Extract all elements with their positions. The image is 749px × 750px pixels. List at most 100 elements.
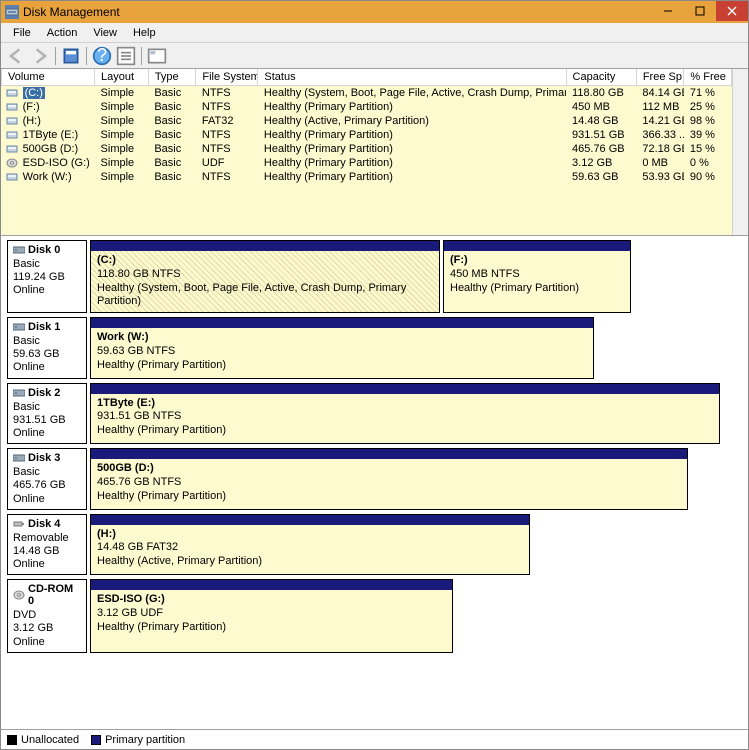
disk-title: Disk 0 [28, 244, 60, 256]
partition[interactable]: 1TByte (E:)931.51 GB NTFSHealthy (Primar… [90, 383, 720, 445]
partition-body: 500GB (D:)465.76 GB NTFSHealthy (Primary… [91, 459, 687, 509]
partitions-container: ESD-ISO (G:)3.12 GB UDFHealthy (Primary … [90, 579, 742, 653]
disk-size: 119.24 GB [13, 271, 81, 284]
volume-fs: NTFS [196, 170, 258, 184]
col-layout[interactable]: Layout [95, 69, 149, 86]
forward-button[interactable] [29, 45, 51, 67]
partition-status: Healthy (Primary Partition) [97, 621, 446, 635]
disk-info[interactable]: Disk 3Basic465.76 GBOnline [7, 448, 87, 510]
disk-info[interactable]: Disk 0Basic119.24 GBOnline [7, 240, 87, 313]
disk-icon [13, 388, 25, 398]
partition[interactable]: Work (W:)59.63 GB NTFSHealthy (Primary P… [90, 317, 594, 379]
disk-size: 465.76 GB [13, 479, 81, 492]
menu-file[interactable]: File [5, 25, 39, 41]
partition-status: Healthy (Active, Primary Partition) [97, 555, 523, 569]
disk-icon [13, 245, 25, 255]
partition-status: Healthy (Primary Partition) [450, 282, 624, 296]
volume-list-scrollbar[interactable] [732, 69, 748, 235]
volume-fs: NTFS [196, 142, 258, 156]
disk-state: Online [13, 427, 81, 440]
volume-table: Volume Layout Type File System Status Ca… [1, 69, 732, 184]
col-volume[interactable]: Volume [2, 69, 95, 86]
col-free[interactable]: Free Sp... [636, 69, 684, 86]
legend-unallocated: Unallocated [7, 734, 79, 746]
disk-info[interactable]: Disk 4Removable14.48 GBOnline [7, 514, 87, 576]
volume-type: Basic [148, 128, 196, 142]
window-title: Disk Management [23, 5, 120, 19]
legend-primary: Primary partition [91, 734, 185, 746]
volume-layout: Simple [95, 156, 149, 170]
partition-size: 450 MB NTFS [450, 268, 624, 282]
volume-list[interactable]: Volume Layout Type File System Status Ca… [1, 69, 748, 235]
col-type[interactable]: Type [148, 69, 196, 86]
partition[interactable]: 500GB (D:)465.76 GB NTFSHealthy (Primary… [90, 448, 688, 510]
partition[interactable]: (H:)14.48 GB FAT32Healthy (Active, Prima… [90, 514, 530, 576]
back-button[interactable] [5, 45, 27, 67]
col-capacity[interactable]: Capacity [566, 69, 636, 86]
volume-layout: Simple [95, 128, 149, 142]
drive-icon [6, 88, 18, 98]
partition-header [91, 384, 719, 394]
disk-type: Basic [13, 258, 81, 271]
volume-capacity: 465.76 GB [566, 142, 636, 156]
volume-row[interactable]: 1TByte (E:)SimpleBasicNTFSHealthy (Prima… [2, 128, 732, 142]
col-pct[interactable]: % Free [684, 69, 732, 86]
disk-size: 59.63 GB [13, 348, 81, 361]
volume-row[interactable]: (F:)SimpleBasicNTFSHealthy (Primary Part… [2, 100, 732, 114]
drive-icon [6, 172, 18, 182]
volume-free: 84.14 GB [636, 86, 684, 101]
partition[interactable]: (F:)450 MB NTFSHealthy (Primary Partitio… [443, 240, 631, 313]
volume-free: 0 MB [636, 156, 684, 170]
disk-state: Online [13, 558, 81, 571]
menu-action[interactable]: Action [39, 25, 86, 41]
disk-row: Disk 0Basic119.24 GBOnline(C:)118.80 GB … [3, 240, 746, 313]
disk-size: 14.48 GB [13, 545, 81, 558]
refresh-button[interactable] [60, 45, 82, 67]
volume-row[interactable]: (H:)SimpleBasicFAT32Healthy (Active, Pri… [2, 114, 732, 128]
svg-text:?: ? [97, 46, 107, 65]
volume-row[interactable]: (C:)SimpleBasicNTFSHealthy (System, Boot… [2, 86, 732, 101]
col-filesystem[interactable]: File System [196, 69, 258, 86]
settings-button[interactable] [146, 45, 168, 67]
partition-header [91, 449, 687, 459]
disk-info[interactable]: Disk 1Basic59.63 GBOnline [7, 317, 87, 379]
graphical-view[interactable]: Disk 0 Basic119.24 GB Online (C:)118.80 GB … [1, 235, 748, 729]
disk-info[interactable]: Disk 2Basic931.51 GBOnline [7, 383, 87, 445]
menu-help[interactable]: Help [125, 25, 164, 41]
disk-row: Disk 2Basic931.51 GBOnline1TByte (E:)931… [3, 383, 746, 445]
legend-unallocated-label: Unallocated [21, 734, 79, 746]
partitions-container: 500GB (D:)465.76 GB NTFSHealthy (Primary… [90, 448, 742, 510]
partition-status: Healthy (Primary Partition) [97, 424, 713, 438]
volume-layout: Simple [95, 114, 149, 128]
volume-fs: UDF [196, 156, 258, 170]
volume-capacity: 3.12 GB [566, 156, 636, 170]
disk-info[interactable]: CD-ROM 0DVD3.12 GBOnline [7, 579, 87, 653]
disk-type: Removable [13, 532, 81, 545]
partition[interactable]: (C:)118.80 GB NTFSHealthy (System, Boot,… [90, 240, 440, 313]
minimize-button[interactable] [652, 1, 684, 21]
volume-status: Healthy (System, Boot, Page File, Active… [258, 86, 566, 101]
volume-row[interactable]: Work (W:)SimpleBasicNTFSHealthy (Primary… [2, 170, 732, 184]
disk-icon [13, 322, 25, 332]
col-status[interactable]: Status [258, 69, 566, 86]
disk-row: Disk 3Basic465.76 GBOnline500GB (D:)465.… [3, 448, 746, 510]
drive-icon [6, 158, 18, 168]
partition-header [91, 580, 452, 590]
volume-pct: 0 % [684, 156, 732, 170]
partition[interactable]: ESD-ISO (G:)3.12 GB UDFHealthy (Primary … [90, 579, 453, 653]
properties-button[interactable] [115, 45, 137, 67]
partition-size: 14.48 GB FAT32 [97, 541, 523, 555]
volume-row[interactable]: 500GB (D:)SimpleBasicNTFSHealthy (Primar… [2, 142, 732, 156]
volume-row[interactable]: ESD-ISO (G:)SimpleBasicUDFHealthy (Prima… [2, 156, 732, 170]
disk-icon [13, 519, 25, 529]
menu-view[interactable]: View [85, 25, 125, 41]
close-button[interactable] [716, 1, 748, 21]
volume-pct: 15 % [684, 142, 732, 156]
disk-title: Disk 1 [28, 321, 60, 333]
partitions-container: (H:)14.48 GB FAT32Healthy (Active, Prima… [90, 514, 742, 576]
help-button[interactable]: ? [91, 45, 113, 67]
volume-pct: 39 % [684, 128, 732, 142]
maximize-button[interactable] [684, 1, 716, 21]
partition-name: ESD-ISO (G:) [97, 593, 446, 607]
partition-name: 1TByte (E:) [97, 397, 713, 411]
